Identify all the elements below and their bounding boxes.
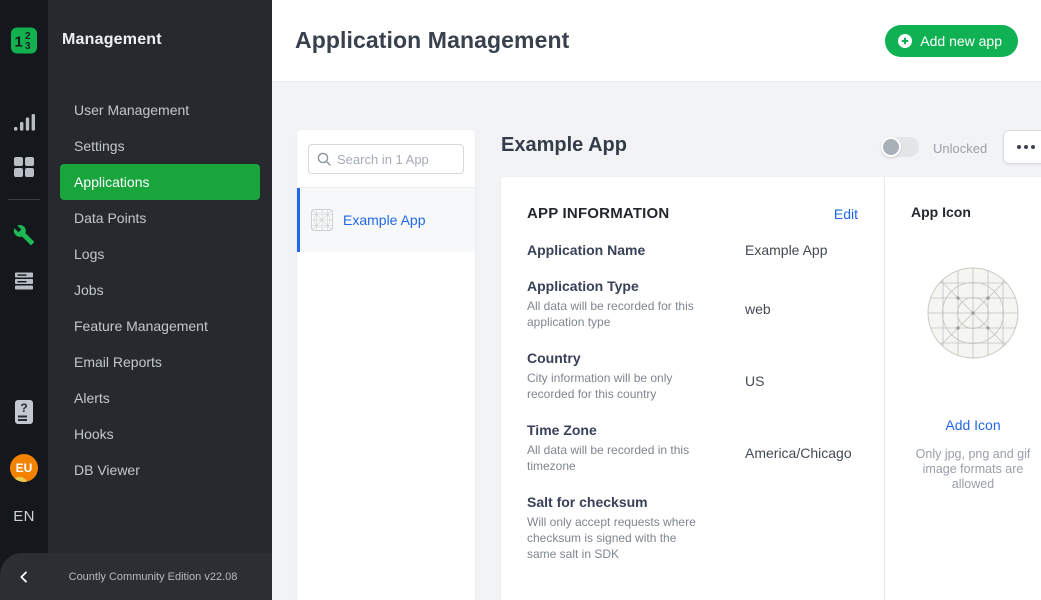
- page-title: Application Management: [295, 27, 569, 54]
- app-detail-card: APP INFORMATION Edit Application Name Ex…: [501, 177, 1041, 600]
- analytics-bar-chart-icon[interactable]: [12, 112, 36, 134]
- management-wrench-icon[interactable]: [13, 224, 35, 246]
- sidebar-item-user-management[interactable]: User Management: [48, 92, 272, 128]
- sidebar-item-data-points[interactable]: Data Points: [48, 200, 272, 236]
- field-value: US: [745, 350, 764, 402]
- more-options-button[interactable]: [1003, 130, 1041, 164]
- field-label: Application Type: [527, 278, 745, 294]
- field-application-name: Application Name Example App: [527, 242, 858, 258]
- management-menu: Management User Management Settings Appl…: [48, 0, 272, 600]
- language-switcher[interactable]: EN: [13, 508, 34, 525]
- app-information-heading: APP INFORMATION: [527, 205, 669, 222]
- field-description: Will only accept requests where checksum…: [527, 514, 707, 562]
- sidebar-item-hooks[interactable]: Hooks: [48, 416, 272, 452]
- field-value: America/Chicago: [745, 422, 852, 474]
- sidebar-item-feature-management[interactable]: Feature Management: [48, 308, 272, 344]
- field-application-type: Application Type All data will be record…: [527, 278, 858, 330]
- app-list-item-example-app[interactable]: Example App: [297, 188, 475, 252]
- edit-link[interactable]: Edit: [834, 206, 858, 222]
- avatar-initials: EU: [16, 461, 33, 475]
- icon-format-hint: Only jpg, png and gif image formats are …: [912, 447, 1034, 492]
- field-description: All data will be recorded in this timezo…: [527, 442, 707, 474]
- field-label: Salt for checksum: [527, 494, 745, 510]
- menu-title: Management: [62, 31, 162, 49]
- countly-logo-icon[interactable]: 1 2 3: [11, 27, 38, 54]
- version-label: Countly Community Edition v22.08: [48, 571, 272, 583]
- lock-toggle[interactable]: [881, 137, 919, 157]
- user-avatar[interactable]: EU: [10, 454, 38, 482]
- app-icon-panel: App Icon: [885, 177, 1041, 600]
- application-management-screen: 1 2 3: [0, 0, 1041, 600]
- app-icon-heading: App Icon: [885, 204, 1041, 220]
- feedback-help-icon[interactable]: ?: [13, 399, 35, 425]
- add-icon-link[interactable]: Add Icon: [885, 417, 1041, 433]
- svg-text:3: 3: [25, 41, 31, 52]
- database-server-icon[interactable]: [13, 270, 35, 292]
- app-information-section: APP INFORMATION Edit Application Name Ex…: [501, 177, 885, 600]
- sidebar-footer: Countly Community Edition v22.08: [0, 553, 272, 600]
- page-header: Application Management Add new app: [272, 0, 1041, 82]
- rail-divider: [8, 199, 40, 200]
- search-icon: [316, 151, 332, 167]
- app-list-panel: Example App: [297, 130, 475, 600]
- field-label: Country: [527, 350, 745, 366]
- field-description: All data will be recorded for this appli…: [527, 298, 707, 330]
- sidebar-item-jobs[interactable]: Jobs: [48, 272, 272, 308]
- field-label: Application Name: [527, 242, 745, 258]
- field-country: Country City information will be only re…: [527, 350, 858, 402]
- field-value: Example App: [745, 242, 828, 258]
- lock-state-label: Unlocked: [933, 141, 987, 156]
- app-detail-title: Example App: [501, 134, 627, 157]
- add-new-app-label: Add new app: [920, 33, 1002, 49]
- sidebar-icon-rail: 1 2 3: [0, 0, 48, 600]
- app-list-item-label: Example App: [343, 212, 426, 228]
- field-salt-for-checksum: Salt for checksum Will only accept reque…: [527, 494, 858, 562]
- plus-circle-icon: [897, 33, 913, 49]
- field-time-zone: Time Zone All data will be recorded in t…: [527, 422, 858, 474]
- sidebar-item-applications[interactable]: Applications: [60, 164, 260, 200]
- sidebar-item-logs[interactable]: Logs: [48, 236, 272, 272]
- field-value: web: [745, 278, 771, 330]
- svg-text:?: ?: [20, 401, 27, 415]
- svg-text:1: 1: [15, 34, 23, 51]
- lock-toggle-knob: [881, 137, 901, 157]
- add-new-app-button[interactable]: Add new app: [885, 25, 1018, 57]
- sidebar-item-settings[interactable]: Settings: [48, 128, 272, 164]
- field-label: Time Zone: [527, 422, 745, 438]
- app-placeholder-icon: [311, 209, 333, 231]
- collapse-sidebar-button[interactable]: [0, 569, 48, 585]
- field-description: City information will be only recorded f…: [527, 370, 707, 402]
- chevron-left-icon: [16, 569, 32, 585]
- ellipsis-icon: [1017, 145, 1021, 149]
- sidebar-item-email-reports[interactable]: Email Reports: [48, 344, 272, 380]
- content-area: Example App Example App Unlocked APP INF…: [272, 82, 1041, 600]
- sidebar-item-db-viewer[interactable]: DB Viewer: [48, 452, 272, 488]
- apps-grid-icon[interactable]: [13, 156, 35, 178]
- sidebar-item-alerts[interactable]: Alerts: [48, 380, 272, 416]
- menu-list: User Management Settings Applications Da…: [48, 92, 272, 488]
- app-search: [308, 144, 464, 174]
- app-icon-placeholder: [927, 267, 1019, 359]
